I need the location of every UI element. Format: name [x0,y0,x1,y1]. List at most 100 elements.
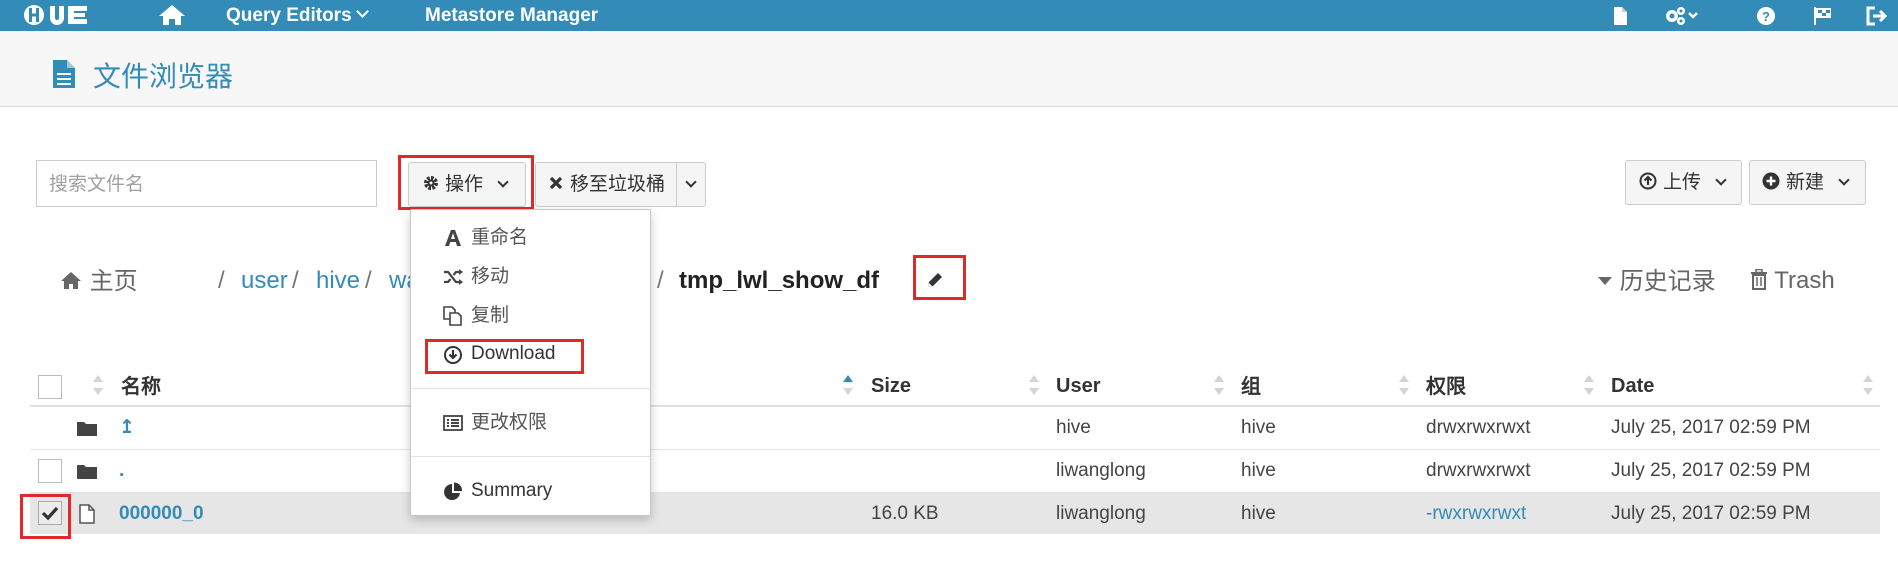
file-date: July 25, 2017 02:59 PM [1611,417,1811,438]
actions-button[interactable]: 操作 [408,162,526,207]
file-icon [79,504,95,524]
menu-item-label: 移动 [471,265,510,287]
table-row[interactable]: ↥ hive hive drwxrwxrwxt July 25, 2017 02… [30,406,1880,448]
breadcrumb-hive[interactable]: hive [316,266,360,296]
upload-button-label: 上传 [1663,171,1702,193]
chevron-down-icon [685,176,697,188]
select-all-checkbox[interactable] [38,375,62,399]
home-icon[interactable] [158,4,186,26]
file-size: 16.0 KB [871,503,939,524]
new-button[interactable]: 新建 [1749,160,1866,205]
file-user: hive [1056,417,1091,438]
trash-link[interactable]: Trash [1750,266,1835,296]
home-icon [61,272,81,289]
column-user[interactable]: User [1056,373,1100,399]
menu-item-label: Summary [471,480,553,501]
menu-item-label: 重命名 [471,226,529,248]
move-to-trash-label: 移至垃圾桶 [570,173,666,195]
file-icon[interactable] [1609,6,1631,26]
trash-icon [1751,268,1767,290]
nav-metastore-label: Metastore Manager [425,5,599,26]
actions-dropdown-menu: 重命名 移动 复制 Download 更改权限 Summary [410,209,651,516]
file-name-link[interactable]: . [119,450,124,492]
breadcrumb-separator: / [365,267,372,294]
file-date: July 25, 2017 02:59 PM [1611,503,1811,524]
file-permissions-link[interactable]: -rwxrwxrwxt [1426,493,1526,535]
file-name-link[interactable]: 000000_0 [119,493,204,535]
page-header: 文件浏览器 [0,31,1898,107]
svg-text:?: ? [1762,9,1770,24]
menu-item-label: 更改权限 [471,411,548,433]
file-group: hive [1241,417,1276,438]
menu-divider [411,456,650,457]
sort-icon[interactable] [1862,373,1874,397]
check-icon [41,506,59,521]
nav-metastore-manager[interactable]: Metastore Manager [425,0,598,31]
menu-item-label: Download [471,343,556,364]
font-icon [445,230,461,246]
sort-icon[interactable] [1028,373,1040,397]
cogs-icon[interactable] [1664,6,1698,26]
breadcrumb-home-label: 主页 [89,267,138,295]
chevron-down-icon [1838,174,1850,186]
file-text-icon [53,60,75,88]
sort-icon[interactable] [1398,373,1410,397]
column-date[interactable]: Date [1611,373,1654,399]
hue-logo[interactable] [22,3,114,27]
breadcrumb-separator: / [292,267,299,294]
flag-icon[interactable] [1812,6,1834,26]
plus-circle-icon [1762,172,1780,189]
row-checkbox[interactable] [38,459,62,483]
copy-icon [443,306,462,326]
breadcrumb-user[interactable]: user [241,266,288,296]
page-title: 文件浏览器 [93,60,234,93]
breadcrumb-home[interactable]: 主页 [60,266,138,296]
row-checkbox-checked[interactable] [38,501,62,525]
sort-icon[interactable] [92,373,104,397]
sort-icon[interactable] [1583,373,1595,397]
new-button-label: 新建 [1786,171,1825,193]
column-size[interactable]: Size [871,373,911,399]
table-row[interactable]: 000000_0 16.0 KB liwanglong hive -rwxrwx… [30,492,1880,534]
file-permissions: drwxrwxrwxt [1426,417,1531,438]
history-label: 历史记录 [1619,267,1716,295]
history-button[interactable]: 历史记录 [1598,266,1716,296]
column-permissions[interactable]: 权限 [1426,373,1466,399]
folder-icon [77,422,97,436]
pie-chart-icon [444,482,463,500]
move-to-trash-button[interactable]: 移至垃圾桶 [535,162,677,207]
nav-query-editors[interactable]: Query Editors [226,0,369,31]
breadcrumb-current: tmp_lwl_show_df [679,267,880,294]
breadcrumb-separator: / [218,267,225,294]
file-user: liwanglong [1056,503,1146,524]
sort-icon[interactable] [1213,373,1225,397]
menu-divider [411,388,650,389]
upload-button[interactable]: 上传 [1625,160,1742,205]
help-icon[interactable]: ? [1755,6,1777,26]
edit-path-button[interactable] [914,256,966,300]
breadcrumb-separator: / [657,267,664,294]
menu-item-label: 复制 [471,304,510,326]
file-group: hive [1241,460,1276,481]
trash-label: Trash [1774,267,1835,294]
arrow-circle-up-icon [1639,172,1657,189]
search-input[interactable] [36,160,377,207]
close-icon [549,176,563,189]
table-row[interactable]: . liwanglong hive drwxrwxrwxt July 25, 2… [30,449,1880,491]
actions-button-label: 操作 [445,173,484,195]
caret-down-icon [1598,277,1612,285]
logout-icon[interactable] [1866,6,1888,26]
chevron-down-icon [355,5,369,18]
file-permissions: drwxrwxrwxt [1426,460,1531,481]
trash-dropdown-toggle[interactable] [676,162,706,207]
column-group[interactable]: 组 [1241,373,1261,399]
chevron-down-icon [1715,174,1727,186]
pencil-icon [928,273,942,287]
sort-asc-icon[interactable] [842,373,854,397]
download-icon [444,346,462,364]
file-user: liwanglong [1056,460,1146,481]
file-name-link[interactable]: ↥ [119,407,135,449]
column-name[interactable]: 名称 [121,373,161,399]
file-group: hive [1241,503,1276,524]
nav-query-editors-label: Query Editors [226,5,352,26]
